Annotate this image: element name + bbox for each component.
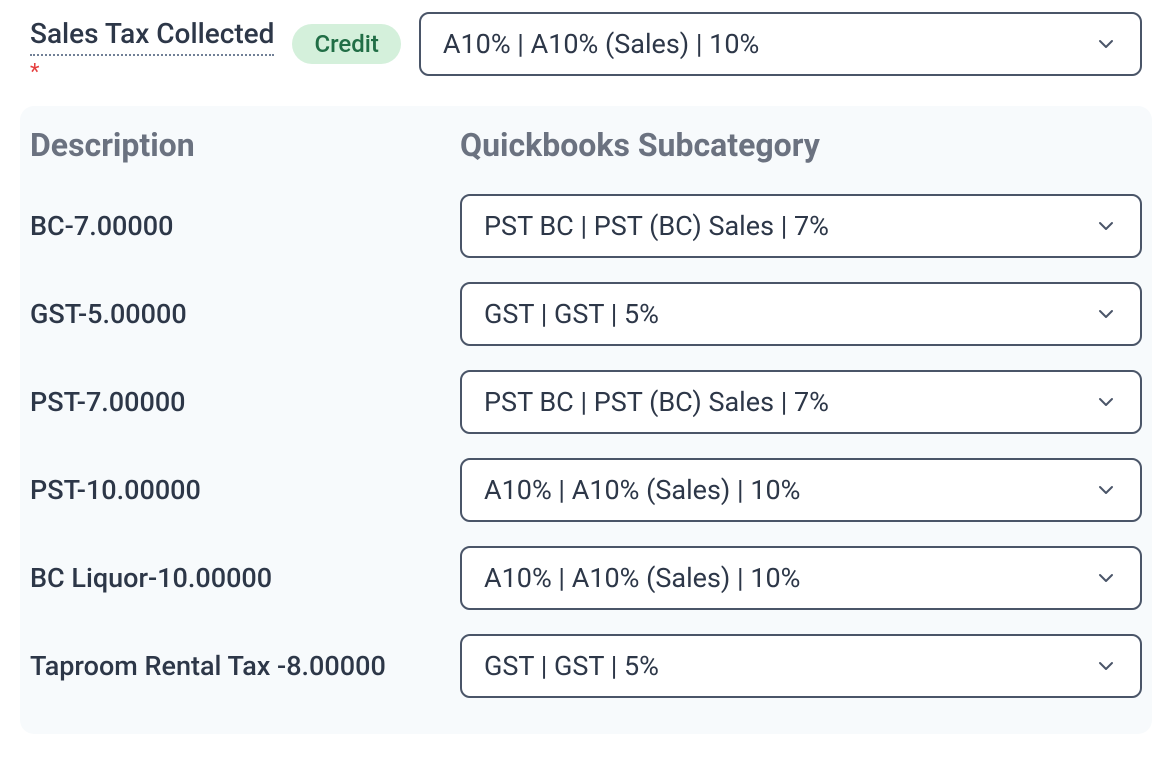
credit-badge: Credit [292,24,400,64]
chevron-down-icon [1094,32,1118,56]
subcategory-select[interactable]: A10% | A10% (Sales) | 10% [460,546,1142,610]
row-description: GST-5.00000 [30,298,187,330]
chevron-down-icon [1094,478,1118,502]
field-label-block: Sales Tax Collected * [30,10,274,84]
subcategory-select[interactable]: PST BC | PST (BC) Sales | 7% [460,194,1142,258]
select-value: A10% | A10% (Sales) | 10% [443,28,759,60]
field-label: Sales Tax Collected [30,16,274,56]
select-value: A10% | A10% (Sales) | 10% [484,474,800,506]
select-value: GST | GST | 5% [484,298,659,330]
chevron-down-icon [1094,390,1118,414]
chevron-down-icon [1094,214,1118,238]
select-value: PST BC | PST (BC) Sales | 7% [484,386,829,418]
row-description: BC-7.00000 [30,210,173,242]
row-description: Taproom Rental Tax -8.00000 [30,650,386,682]
header-description: Description [30,126,195,164]
chevron-down-icon [1094,566,1118,590]
chevron-down-icon [1094,654,1118,678]
select-value: GST | GST | 5% [484,650,659,682]
subcategory-select[interactable]: PST BC | PST (BC) Sales | 7% [460,370,1142,434]
subcategory-select[interactable]: GST | GST | 5% [460,282,1142,346]
header-subcategory: Quickbooks Subcategory [460,126,820,164]
row-description: PST-7.00000 [30,386,186,418]
sales-tax-collected-row: Sales Tax Collected * Credit A10% | A10%… [30,10,1142,84]
subcategory-panel: Description Quickbooks Subcategory BC-7.… [20,106,1152,734]
table-row: BC Liquor-10.00000 A10% | A10% (Sales) |… [20,534,1152,622]
required-indicator: * [30,62,274,84]
chevron-down-icon [1094,302,1118,326]
table-row: BC-7.00000 PST BC | PST (BC) Sales | 7% [20,182,1152,270]
table-row: PST-7.00000 PST BC | PST (BC) Sales | 7% [20,358,1152,446]
table-row: PST-10.00000 A10% | A10% (Sales) | 10% [20,446,1152,534]
row-description: PST-10.00000 [30,474,201,506]
subcategory-select[interactable]: A10% | A10% (Sales) | 10% [460,458,1142,522]
select-value: PST BC | PST (BC) Sales | 7% [484,210,829,242]
table-row: GST-5.00000 GST | GST | 5% [20,270,1152,358]
subcategory-select[interactable]: GST | GST | 5% [460,634,1142,698]
sales-tax-collected-select[interactable]: A10% | A10% (Sales) | 10% [419,12,1142,76]
row-description: BC Liquor-10.00000 [30,562,272,594]
table-row: Taproom Rental Tax -8.00000 GST | GST | … [20,622,1152,710]
select-value: A10% | A10% (Sales) | 10% [484,562,800,594]
panel-header: Description Quickbooks Subcategory [20,126,1152,182]
